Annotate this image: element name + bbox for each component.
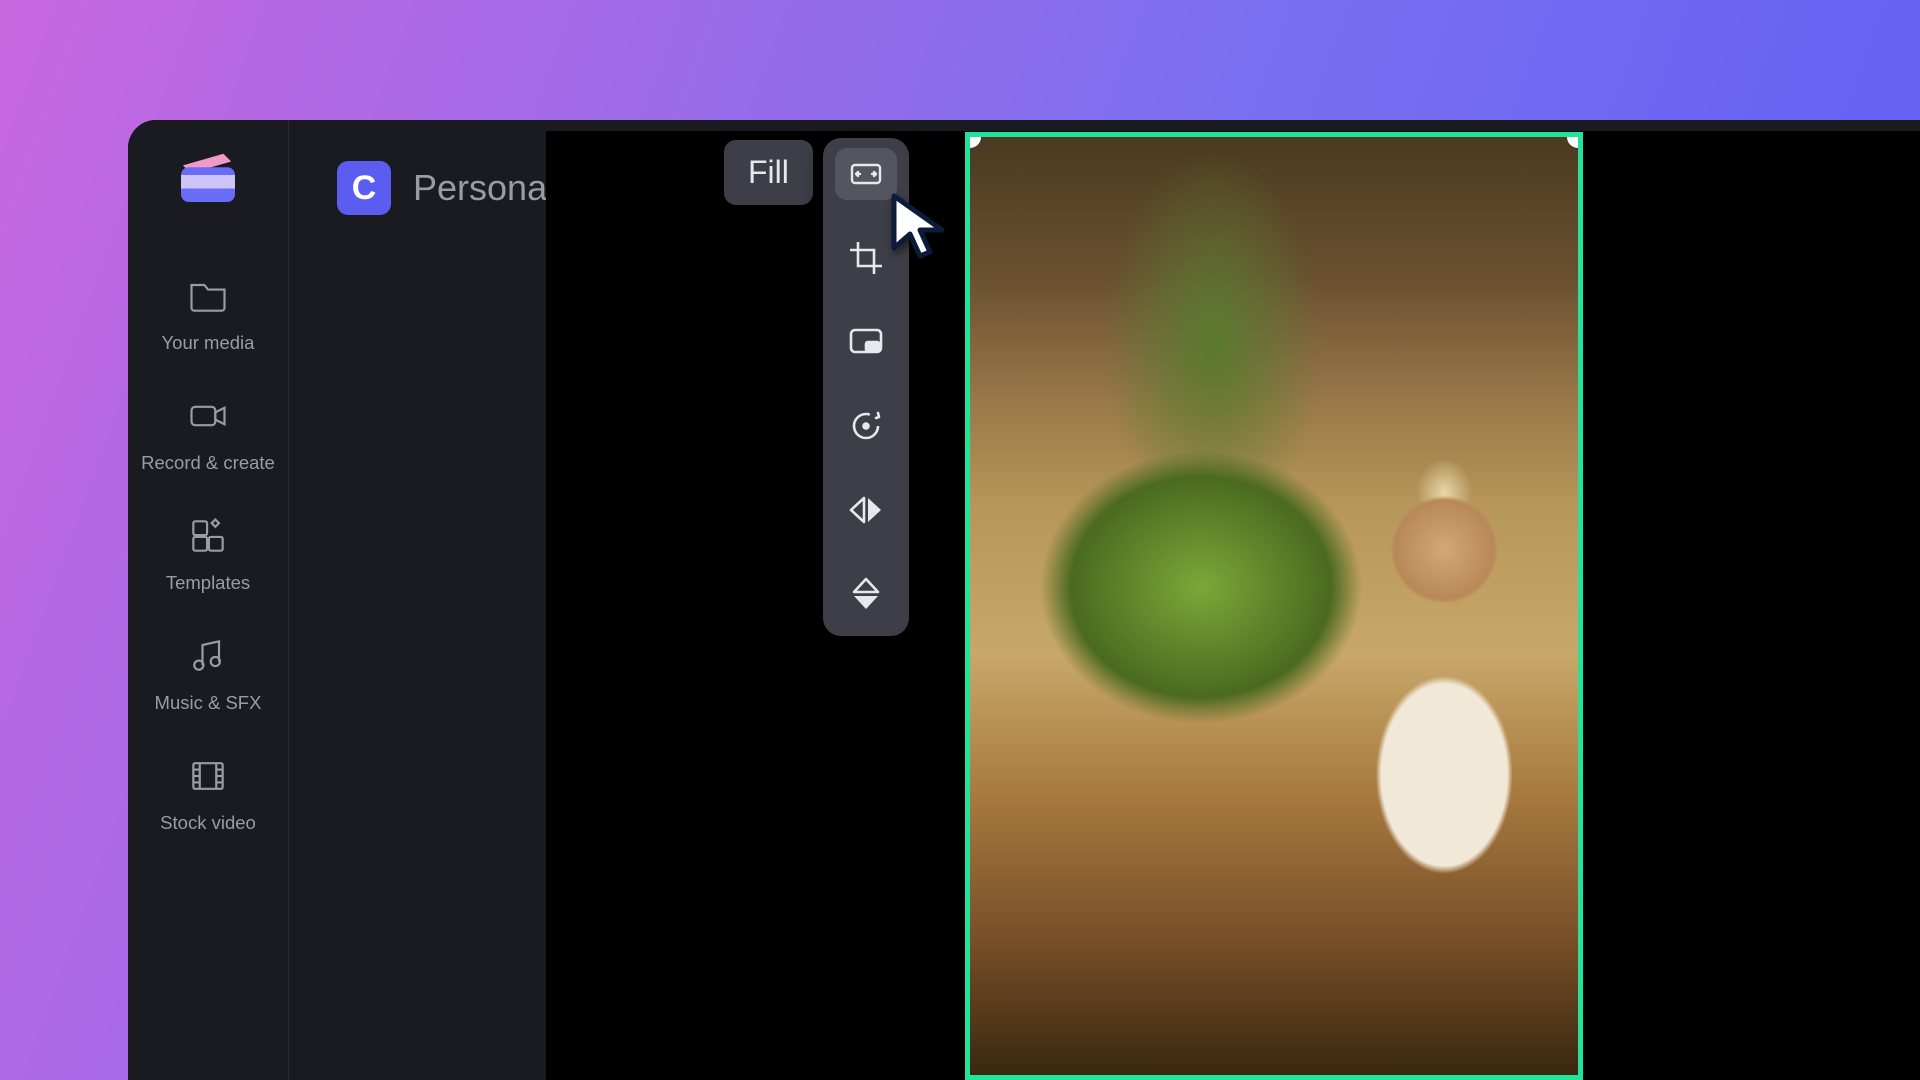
- mouse-cursor-icon: [888, 192, 960, 264]
- selected-clip[interactable]: [965, 132, 1583, 1080]
- sidebar-item-label: Music & SFX: [155, 692, 262, 714]
- music-icon: [186, 634, 230, 678]
- background-gradient: Your media Record & create: [0, 0, 1920, 1080]
- sidebar-item-label: Stock video: [160, 812, 256, 834]
- app-logo[interactable]: [177, 148, 239, 202]
- fill-tooltip: Fill: [724, 140, 813, 205]
- sidebar-item-label: Templates: [166, 572, 250, 594]
- sidebar-item-templates[interactable]: Templates: [128, 502, 288, 622]
- sidebar: Your media Record & create: [128, 120, 289, 1080]
- templates-icon: [186, 514, 230, 558]
- sidebar-item-stock-video[interactable]: Stock video: [128, 742, 288, 862]
- sidebar-item-label: Record & create: [141, 452, 275, 474]
- film-icon: [186, 754, 230, 798]
- workspace-badge[interactable]: C: [337, 161, 391, 215]
- clip-thumbnail: [970, 137, 1578, 1075]
- sidebar-item-label: Your media: [162, 332, 255, 354]
- rotate-button[interactable]: >: [835, 400, 897, 452]
- flip-vertical-button[interactable]: [835, 568, 897, 620]
- app-window: Your media Record & create: [128, 120, 1920, 1080]
- main-area: C Personal One to watch: [289, 120, 1920, 1080]
- sidebar-item-your-media[interactable]: Your media: [128, 262, 288, 382]
- flip-horizontal-button[interactable]: [835, 484, 897, 536]
- sidebar-item-music-sfx[interactable]: Music & SFX: [128, 622, 288, 742]
- pip-button[interactable]: [835, 316, 897, 368]
- camera-icon: [186, 394, 230, 438]
- workspace-name[interactable]: Personal: [413, 167, 555, 209]
- sidebar-item-record-create[interactable]: Record & create: [128, 382, 288, 502]
- folder-icon: [186, 274, 230, 318]
